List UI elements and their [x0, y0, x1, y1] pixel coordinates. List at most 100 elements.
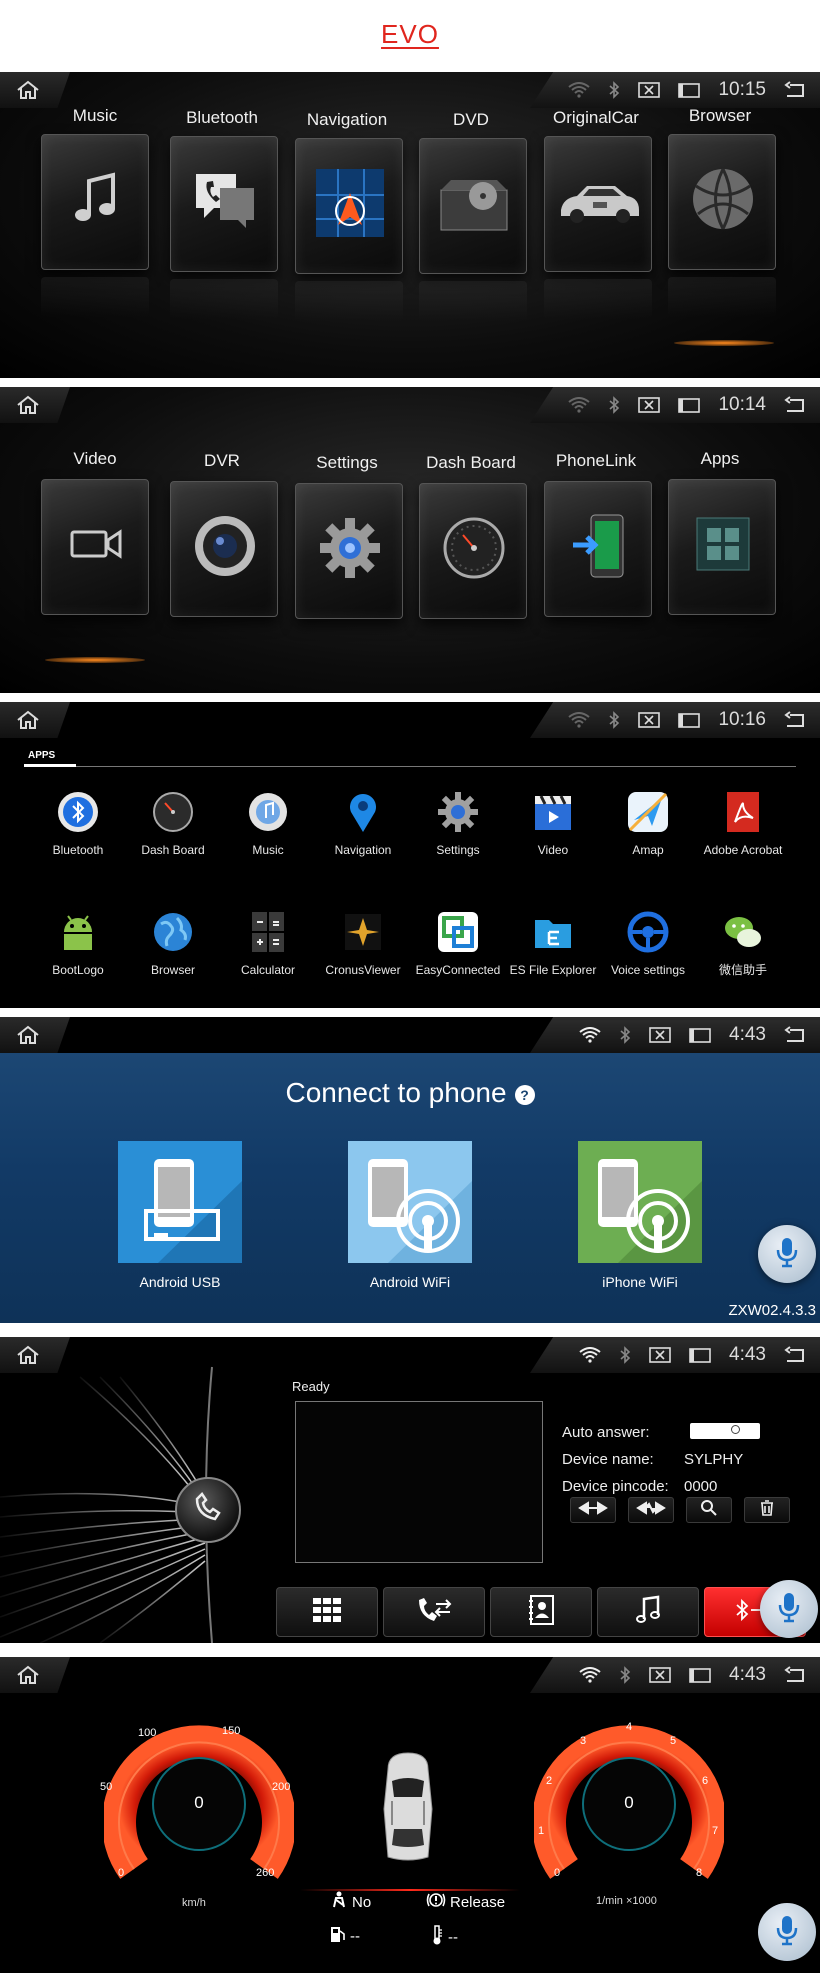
connect-button[interactable] [570, 1497, 616, 1523]
page-title: Connect to phone [285, 1077, 507, 1108]
android-wifi-button[interactable] [348, 1141, 472, 1263]
voice-assistant-button[interactable] [758, 1903, 816, 1961]
gear-icon [436, 790, 480, 834]
app-calculator[interactable]: Calculator [222, 910, 314, 977]
voice-assistant-button[interactable] [758, 1225, 816, 1283]
back-icon[interactable] [784, 711, 806, 729]
tab-indicator [24, 764, 76, 767]
tile-apps[interactable] [668, 479, 776, 615]
tile-originalcar[interactable] [544, 136, 652, 272]
screen-close-icon[interactable] [649, 1347, 671, 1363]
tile-music[interactable] [41, 134, 149, 270]
home-icon[interactable] [16, 1345, 40, 1370]
clock: 4:43 [729, 1664, 766, 1685]
window-icon[interactable] [689, 1347, 711, 1363]
tile-label: PhoneLink [555, 451, 637, 470]
app-voice-settings[interactable]: Voice settings [602, 910, 694, 977]
back-icon[interactable] [784, 1666, 806, 1684]
dialpad-button[interactable] [276, 1587, 378, 1637]
window-icon[interactable] [689, 1027, 711, 1043]
disconnect-button[interactable] [628, 1497, 674, 1523]
voice-assistant-button[interactable] [760, 1580, 818, 1638]
help-icon[interactable]: ? [514, 1084, 535, 1105]
tile-settings[interactable] [295, 483, 403, 619]
status-bar: 10:16 [0, 702, 820, 738]
device-name-label: Device name: [562, 1451, 654, 1468]
tile-browser[interactable] [668, 134, 776, 270]
contacts-button[interactable] [490, 1587, 592, 1637]
speedometer-icon [441, 515, 507, 586]
app-navigation[interactable]: Navigation [317, 790, 409, 857]
wifi-icon [579, 1347, 601, 1363]
rpm-tick: 6 [702, 1775, 709, 1787]
connection-status: Ready [292, 1379, 330, 1394]
app-dash-board[interactable]: Dash Board [127, 790, 219, 857]
device-name-value: SYLPHY [684, 1451, 744, 1468]
seatbelt-icon [330, 1891, 348, 1913]
delete-button[interactable] [744, 1497, 790, 1523]
app-easyconnected[interactable]: EasyConnected [412, 910, 504, 977]
seatbelt-text: No [352, 1893, 372, 1911]
rpm-unit: 1/min ×1000 [596, 1895, 657, 1907]
pincode-label: Device pincode: [562, 1478, 669, 1495]
dashboard-screen: 4:43 0 0 50 100 150 200 260 km/h 0 0 1 2… [0, 1657, 820, 1973]
app-music[interactable]: Music [222, 790, 314, 857]
tile-dash-board[interactable] [419, 483, 527, 619]
status-icons: 4:43 [579, 1657, 806, 1693]
tile-label: Settings [316, 453, 378, 472]
search-icon [700, 1499, 718, 1522]
back-icon[interactable] [784, 1346, 806, 1364]
status-bar: 4:43 [0, 1337, 820, 1373]
home-icon[interactable] [16, 1025, 40, 1050]
tile-dvd[interactable] [419, 138, 527, 274]
app-wechat-assistant[interactable]: 微信助手 [697, 910, 789, 977]
tile-phonelink[interactable] [544, 481, 652, 617]
app-settings[interactable]: Settings [412, 790, 504, 857]
android-usb-button[interactable] [118, 1141, 242, 1263]
acrobat-icon [721, 790, 765, 834]
microphone-icon [774, 1914, 800, 1951]
tile-video[interactable] [41, 479, 149, 615]
tile-navigation[interactable] [295, 138, 403, 274]
tile-dvr[interactable] [170, 481, 278, 617]
bluetooth-dial-button[interactable] [175, 1477, 241, 1543]
tile-bluetooth[interactable] [170, 136, 278, 272]
wifi-icon [568, 712, 591, 728]
window-icon[interactable] [678, 712, 701, 728]
app-browser[interactable]: Browser [127, 910, 219, 977]
app-label: Dash Board [141, 843, 205, 857]
launcher-page-2: 10:14 Video DVR Settings Dash Board Phon [0, 387, 820, 693]
screen-close-icon[interactable] [649, 1667, 671, 1683]
globe-icon [151, 910, 195, 954]
launcher-tiles: Music Bluetooth Navigation DVD OriginalC… [30, 72, 790, 378]
pincode-value: 0000 [684, 1478, 718, 1495]
back-icon[interactable] [784, 1026, 806, 1044]
app-es-file-explorer[interactable]: ES File Explorer [507, 910, 599, 977]
auto-answer-label: Auto answer: [562, 1424, 650, 1441]
option-label: Android USB [139, 1274, 221, 1290]
app-adobe-acrobat[interactable]: Adobe Acrobat [697, 790, 789, 857]
tile-label: DVR [204, 451, 240, 470]
app-video[interactable]: Video [507, 790, 599, 857]
window-icon[interactable] [689, 1667, 711, 1683]
wifi-icon [579, 1027, 601, 1043]
screen-close-icon[interactable] [649, 1027, 671, 1043]
app-cronusviewer[interactable]: CronusViewer [317, 910, 409, 977]
tile-label: DVD [453, 110, 489, 129]
auto-answer-toggle[interactable] [690, 1423, 760, 1439]
map-pin-icon [341, 790, 385, 834]
bt-music-button[interactable] [597, 1587, 699, 1637]
home-icon[interactable] [16, 710, 40, 735]
app-bootlogo[interactable]: BootLogo [32, 910, 124, 977]
search-button[interactable] [686, 1497, 732, 1523]
app-amap[interactable]: Amap [602, 790, 694, 857]
app-bluetooth[interactable]: Bluetooth [32, 790, 124, 857]
brand-header: EVO [0, 0, 820, 68]
home-icon[interactable] [16, 1665, 40, 1690]
call-transfer-button[interactable] [383, 1587, 485, 1637]
app-label: EasyConnected [415, 963, 501, 977]
tab-apps[interactable]: APPS [28, 750, 55, 761]
microphone-icon [774, 1236, 800, 1273]
screen-close-icon[interactable] [638, 712, 661, 728]
iphone-wifi-button[interactable] [578, 1141, 702, 1263]
